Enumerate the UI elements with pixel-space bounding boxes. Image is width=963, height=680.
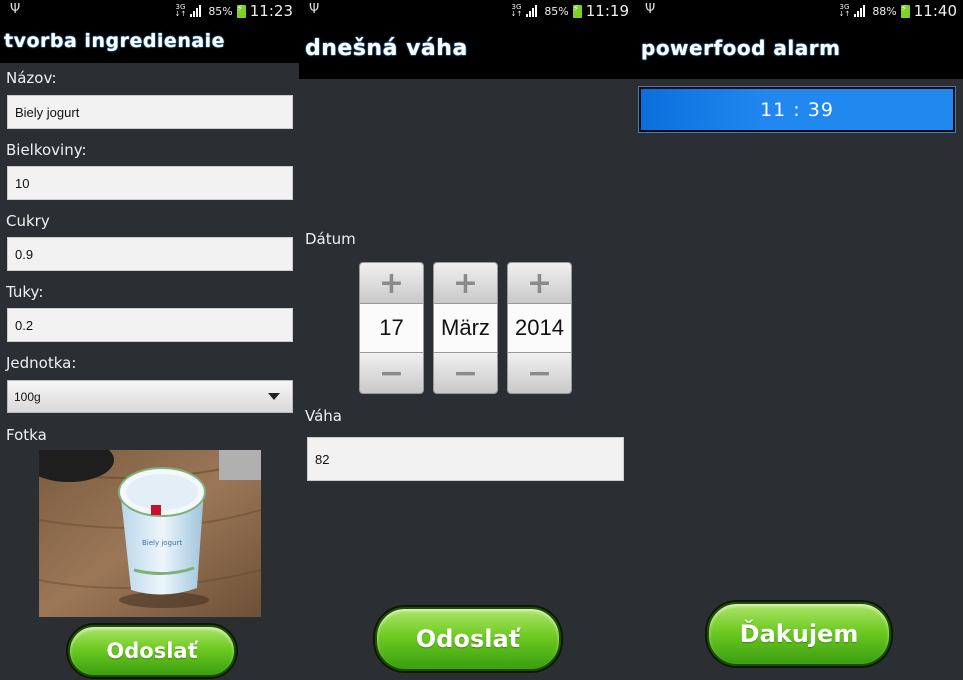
network-type: 3G ↓↑: [838, 3, 851, 18]
title-bar: dnešná váha: [299, 22, 635, 79]
name-label: Názov:: [6, 69, 57, 87]
battery-charging-icon: [236, 4, 246, 18]
submit-button[interactable]: Odoslať: [68, 625, 236, 677]
title-bar: powerfood alarm: [635, 22, 963, 79]
status-time: 11:19: [585, 2, 629, 20]
month-picker: + März −: [433, 262, 498, 394]
date-label: Dátum: [305, 230, 356, 248]
day-decrement-button[interactable]: −: [359, 352, 424, 394]
year-increment-button[interactable]: +: [507, 262, 572, 304]
network-type: 3G ↓↑: [174, 3, 187, 18]
month-decrement-button[interactable]: −: [433, 352, 498, 394]
yogurt-photo-image: Biely jogurt: [39, 450, 261, 617]
usb-icon: Ψ: [10, 2, 21, 17]
app-title: powerfood alarm: [641, 36, 841, 60]
status-bar: Ψ 3G↓↑ 85% 11:19: [299, 0, 635, 22]
screen-create-ingredient: Ψ 3G↓↑ 85% 11:23 tvorba ingredienaie Náz…: [0, 0, 299, 680]
app-title: dnešná váha: [305, 36, 468, 61]
sugar-input[interactable]: 0.9: [7, 237, 293, 271]
unit-select[interactable]: 100g: [7, 380, 293, 413]
day-increment-button[interactable]: +: [359, 262, 424, 304]
name-input[interactable]: Biely jogurt: [7, 95, 293, 129]
signal-icon: [190, 5, 204, 17]
product-photo[interactable]: Biely jogurt: [39, 450, 261, 617]
thanks-button[interactable]: Ďakujem: [707, 602, 891, 666]
weight-label: Váha: [305, 407, 342, 425]
status-time: 11:40: [913, 2, 957, 20]
month-value[interactable]: März: [433, 304, 498, 352]
protein-label: Bielkoviny:: [6, 141, 87, 159]
battery-charging-icon: [572, 4, 582, 18]
status-bar: Ψ 3G↓↑ 85% 11:23: [0, 0, 299, 22]
dropdown-caret-icon: [268, 393, 280, 400]
year-picker: + 2014 −: [507, 262, 572, 394]
submit-button[interactable]: Odoslať: [375, 607, 561, 671]
status-time: 11:23: [249, 2, 293, 20]
signal-icon: [854, 5, 868, 17]
weight-input[interactable]: 82: [307, 437, 624, 481]
screens-container: Ψ 3G↓↑ 85% 11:23 tvorba ingredienaie Náz…: [0, 0, 963, 680]
battery-percent: 85%: [544, 4, 569, 18]
battery-charging-icon: [900, 4, 910, 18]
network-type: 3G ↓↑: [510, 3, 523, 18]
usb-icon: Ψ: [309, 2, 320, 17]
unit-select-value: 100g: [14, 389, 41, 404]
status-bar: Ψ 3G↓↑ 88% 11:40: [635, 0, 963, 22]
day-picker: + 17 −: [359, 262, 424, 394]
photo-label: Fotka: [6, 426, 47, 444]
alarm-time-display[interactable]: 11 : 39: [638, 86, 956, 133]
app-title: tvorba ingredienaie: [4, 30, 226, 52]
battery-percent: 88%: [872, 4, 897, 18]
signal-icon: [526, 5, 540, 17]
screen-daily-weight: Ψ 3G↓↑ 85% 11:19 dnešná váha Dátum + 17 …: [299, 0, 635, 680]
screen-powerfood-alarm: Ψ 3G↓↑ 88% 11:40 powerfood alarm 11 : 39…: [635, 0, 963, 680]
fat-label: Tuky:: [6, 283, 44, 301]
protein-input[interactable]: 10: [7, 166, 293, 200]
fat-input[interactable]: 0.2: [7, 308, 293, 342]
year-value[interactable]: 2014: [507, 304, 572, 352]
sugar-label: Cukry: [6, 212, 50, 230]
month-increment-button[interactable]: +: [433, 262, 498, 304]
title-bar: tvorba ingredienaie: [0, 22, 299, 63]
photo-product-text: Biely jogurt: [142, 539, 182, 547]
battery-percent: 85%: [208, 4, 233, 18]
usb-icon: Ψ: [645, 2, 656, 17]
year-decrement-button[interactable]: −: [507, 352, 572, 394]
unit-label: Jednotka:: [6, 354, 77, 372]
day-value[interactable]: 17: [359, 304, 424, 352]
